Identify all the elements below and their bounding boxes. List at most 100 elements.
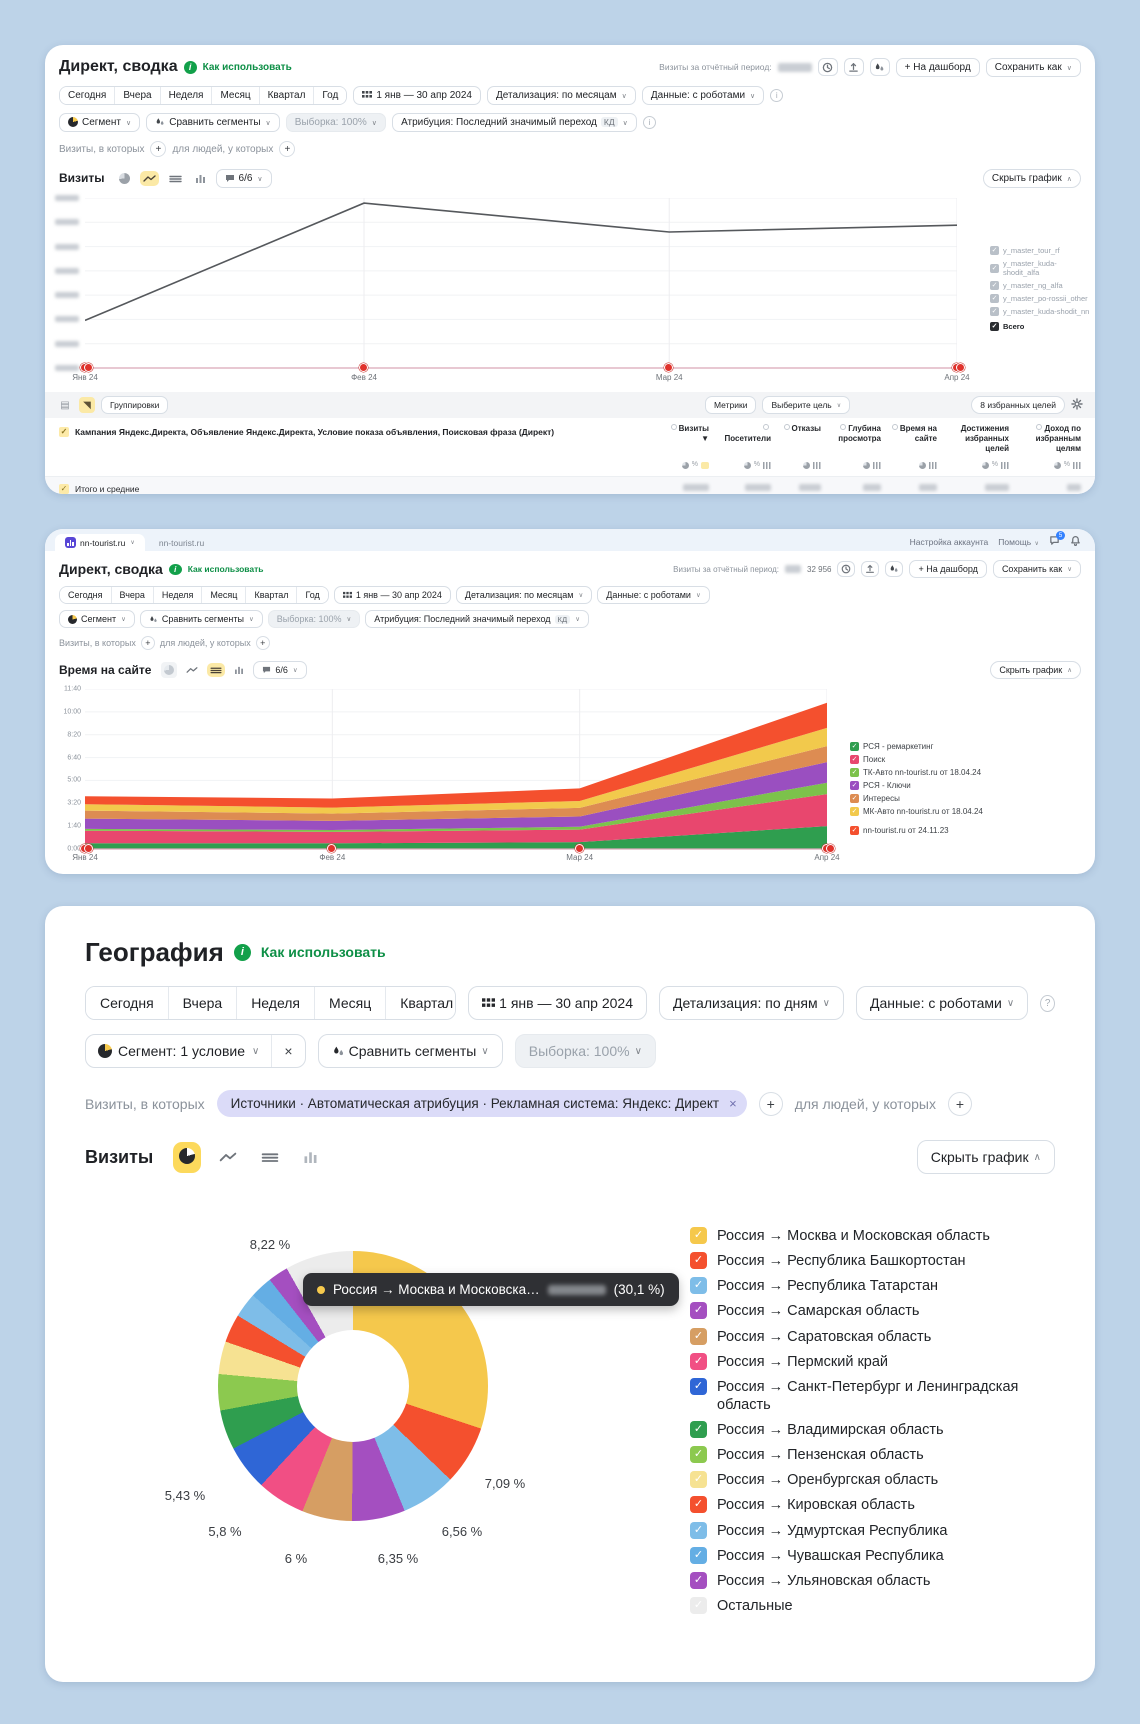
- columns-chart-type-icon[interactable]: [192, 171, 209, 186]
- period-button[interactable]: Сегодня: [86, 987, 168, 1019]
- bars-toggle-icon[interactable]: [1073, 461, 1081, 469]
- add-people-filter-button[interactable]: +: [279, 141, 296, 157]
- account-settings-link[interactable]: Настройка аккаунта: [910, 537, 989, 547]
- sampling-button[interactable]: Выборка: 100% ∨: [514, 1034, 656, 1068]
- attribution-button[interactable]: Атрибуция: Последний значимый переход КД ∨: [365, 610, 589, 628]
- period-button[interactable]: Год: [296, 587, 328, 603]
- add-visit-filter-button[interactable]: +: [140, 636, 155, 650]
- how-to-use-link[interactable]: Как использовать: [203, 62, 292, 73]
- pie-toggle-icon[interactable]: [681, 461, 689, 469]
- column-header[interactable]: Время на сайте: [889, 424, 937, 454]
- column-goal-radio[interactable]: [763, 424, 769, 430]
- legend-item[interactable]: ✓ Россия → Пермский край: [690, 1352, 1020, 1371]
- period-button[interactable]: Неделя: [159, 86, 212, 104]
- legend-checkbox[interactable]: ✓: [990, 246, 999, 255]
- tab-counter-inactive[interactable]: nn-tourist.ru: [145, 535, 218, 551]
- segment-button[interactable]: Сегмент ∨: [59, 112, 141, 132]
- export-icon[interactable]: [861, 561, 880, 577]
- detail-level-button[interactable]: Детализация: по месяцам ∨: [486, 85, 636, 105]
- legend-checkbox[interactable]: ✓: [690, 1377, 707, 1395]
- legend-item[interactable]: ✓ Россия → Ульяновская область: [690, 1571, 1020, 1590]
- segment-button[interactable]: Сегмент ∨: [59, 610, 135, 628]
- help-link[interactable]: Помощь ∨: [998, 537, 1039, 547]
- legend-item[interactable]: ✓ МК-Авто nn-tourist.ru от 18.04.24: [850, 807, 1030, 816]
- legend-checkbox[interactable]: ✓: [690, 1521, 707, 1539]
- percent-toggle-icon[interactable]: %: [754, 461, 760, 470]
- compare-drops-icon[interactable]: [885, 561, 904, 577]
- column-display-toggle[interactable]: %: [717, 458, 771, 472]
- column-header[interactable]: Визиты ▼: [665, 424, 709, 454]
- pie-toggle-icon[interactable]: [981, 461, 989, 469]
- legend-item[interactable]: ✓ Россия → Санкт-Петербург и Ленинградска…: [690, 1377, 1020, 1414]
- list-view-icon[interactable]: ▤: [57, 397, 73, 413]
- date-range-button[interactable]: 1 янв — 30 апр 2024: [353, 85, 481, 105]
- period-button[interactable]: Вчера: [110, 587, 153, 603]
- sampling-button[interactable]: Выборка: 100% ∨: [267, 610, 361, 628]
- column-display-toggle[interactable]: [779, 458, 821, 472]
- save-as-button[interactable]: Сохранить как ∨: [985, 57, 1081, 77]
- legend-item-total[interactable]: ✓ Всего: [990, 322, 1090, 331]
- period-button[interactable]: Неделя: [236, 987, 315, 1019]
- period-button[interactable]: Месяц: [211, 86, 259, 104]
- legend-checkbox[interactable]: ✓: [850, 807, 859, 816]
- compare-segments-button[interactable]: Сравнить сегменты ∨: [139, 610, 263, 628]
- legend-checkbox[interactable]: ✓: [690, 1227, 707, 1244]
- legend-item[interactable]: ✓ РСЯ - Ключи: [850, 781, 1030, 790]
- legend-item[interactable]: ✓ Россия → Республика Башкортостан: [690, 1252, 1020, 1270]
- legend-checkbox[interactable]: ✓: [990, 307, 999, 316]
- legend-item[interactable]: ✓ y_master_ng_alfa: [990, 281, 1090, 290]
- totals-checkbox[interactable]: ✓: [59, 483, 69, 494]
- hide-chart-button[interactable]: Скрыть график ∧: [916, 1140, 1055, 1174]
- column-header[interactable]: Глубина просмотра: [829, 424, 881, 454]
- table-row-campaign[interactable]: ✓ Кампания Яндекс.Директа, Объявление Янд…: [59, 424, 554, 437]
- legend-item[interactable]: ✓ Россия → Республика Татарстан: [690, 1277, 1020, 1295]
- column-goal-radio[interactable]: [891, 424, 898, 430]
- column-goal-radio[interactable]: [783, 424, 790, 430]
- hide-chart-button[interactable]: Скрыть график ∧: [982, 168, 1081, 188]
- legend-checkbox[interactable]: ✓: [850, 826, 859, 835]
- period-button[interactable]: Квартал: [258, 86, 314, 104]
- pie-toggle-icon[interactable]: [1053, 461, 1061, 469]
- export-icon[interactable]: [843, 58, 864, 76]
- column-header[interactable]: Доход по избранным целям: [1017, 424, 1081, 454]
- bars-toggle-icon[interactable]: [929, 461, 937, 469]
- legend-checkbox[interactable]: ✓: [690, 1546, 707, 1564]
- remove-filter-icon[interactable]: ×: [729, 1096, 737, 1111]
- date-range-button[interactable]: 1 янв — 30 апр 2024: [468, 986, 647, 1020]
- detail-level-button[interactable]: Детализация: по дням ∨: [659, 986, 844, 1020]
- legend-checkbox[interactable]: ✓: [990, 263, 999, 273]
- add-to-dashboard-button[interactable]: + На дашборд: [895, 57, 980, 77]
- stacked-area-chart-type-icon[interactable]: [166, 171, 185, 186]
- bars-toggle-icon[interactable]: [763, 461, 771, 469]
- segment-button[interactable]: Сегмент: 1 условие ∨: [86, 1035, 271, 1067]
- bars-toggle-icon[interactable]: [873, 461, 881, 469]
- columns-chart-type-icon[interactable]: [297, 1145, 324, 1169]
- column-header[interactable]: Отказы: [779, 424, 821, 454]
- compare-segments-button[interactable]: Сравнить сегменты ∨: [146, 112, 280, 132]
- segment-clear-icon[interactable]: ×: [271, 1035, 304, 1067]
- legend-checkbox[interactable]: ✓: [990, 281, 999, 290]
- legend-checkbox[interactable]: ✓: [990, 322, 999, 331]
- pie-toggle-icon[interactable]: [743, 461, 751, 469]
- legend-checkbox[interactable]: ✓: [690, 1596, 707, 1614]
- pie-chart-type-icon-selected[interactable]: [173, 1141, 202, 1173]
- legend-checkbox[interactable]: ✓: [850, 742, 859, 751]
- pie-toggle-icon[interactable]: [863, 461, 870, 469]
- period-button[interactable]: Вчера: [114, 86, 160, 104]
- visits-line-chart[interactable]: Янв 24 Фев 24 Мар 24 Апр 24 ✓ y_master_tour_…: [45, 192, 1095, 392]
- legend-checkbox[interactable]: ✓: [850, 768, 859, 777]
- choose-goal-button[interactable]: Выберите цель ∨: [762, 396, 851, 414]
- period-button[interactable]: Год: [313, 86, 347, 104]
- legend-checkbox[interactable]: ✓: [690, 1327, 707, 1345]
- legend-checkbox[interactable]: ✓: [690, 1352, 707, 1370]
- line-chart-type-icon[interactable]: [139, 170, 159, 186]
- column-goal-radio[interactable]: [840, 424, 847, 430]
- period-button[interactable]: Месяц: [314, 987, 386, 1019]
- compare-drops-icon[interactable]: [869, 58, 890, 76]
- legend-checkbox[interactable]: ✓: [690, 1277, 707, 1295]
- legend-item[interactable]: ✓ Россия → Оренбургская область: [690, 1471, 1020, 1489]
- legend-item[interactable]: ✓ Россия → Самарская область: [690, 1302, 1020, 1320]
- line-chart-type-icon[interactable]: [213, 1145, 243, 1169]
- column-display-toggle[interactable]: %: [1017, 458, 1081, 472]
- tree-view-icon[interactable]: ◥: [79, 397, 95, 413]
